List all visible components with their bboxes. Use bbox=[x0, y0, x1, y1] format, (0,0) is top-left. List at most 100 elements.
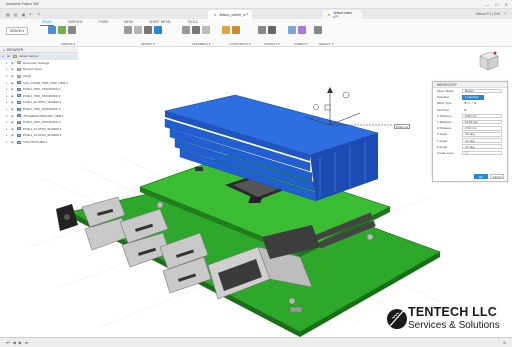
tab-tools[interactable]: TOOLS bbox=[185, 19, 200, 26]
expand-icon[interactable]: ▸ bbox=[6, 107, 9, 111]
visibility-icon[interactable]: ◉ bbox=[11, 61, 15, 65]
tab-solid[interactable]: SOLID bbox=[40, 19, 54, 26]
select-cursor-icon[interactable] bbox=[314, 26, 322, 34]
joint-icon[interactable] bbox=[192, 26, 200, 34]
rigid-group-icon[interactable] bbox=[202, 26, 210, 34]
visibility-icon[interactable]: ◉ bbox=[7, 54, 11, 58]
user-info[interactable]: Jetson T4 | 1H0 ? bbox=[475, 12, 506, 16]
redo-icon[interactable]: ↷ bbox=[37, 12, 40, 17]
browser-item[interactable]: ▸ ◉ PCIE1_D+STR4_SCREW:2 bbox=[0, 126, 78, 133]
field-value[interactable]: 1 selected bbox=[462, 94, 484, 100]
shape-icon[interactable] bbox=[68, 26, 76, 34]
expand-icon[interactable]: ▸ bbox=[6, 94, 9, 98]
grid-icon[interactable]: ▦ bbox=[6, 12, 10, 17]
timeline-settings-icon[interactable]: ⚙ bbox=[503, 341, 506, 345]
tab-sheet-metal[interactable]: SHEET METAL bbox=[147, 19, 173, 26]
insert-group[interactable]: INSERT ▾ bbox=[288, 26, 314, 46]
insert-image-icon[interactable] bbox=[288, 26, 296, 34]
distance-input-badge[interactable]: 15.00 mm bbox=[394, 124, 410, 129]
fillet-icon[interactable] bbox=[134, 26, 142, 34]
first-step-button[interactable]: ⏮ bbox=[6, 340, 10, 345]
modify-group[interactable]: MODIFY ▾ bbox=[124, 26, 172, 46]
visibility-icon[interactable]: ◉ bbox=[11, 120, 15, 124]
expand-icon[interactable]: ▸ bbox=[6, 140, 9, 144]
field-value[interactable]: ☐ bbox=[462, 150, 502, 156]
tab-jetson-nano[interactable]: ■ Jetson nano v7* bbox=[322, 10, 362, 19]
assemble-group[interactable]: ASSEMBLE ▾ bbox=[182, 26, 220, 46]
chamfer-icon[interactable] bbox=[144, 26, 152, 34]
measure-icon[interactable] bbox=[258, 26, 266, 34]
section-icon[interactable] bbox=[268, 26, 276, 34]
new-component-icon[interactable] bbox=[182, 26, 190, 34]
expand-icon[interactable]: ▸ bbox=[6, 114, 9, 118]
field-value[interactable]: 0.00 mm bbox=[462, 125, 502, 131]
browser-item[interactable]: ▸ ◉ Jetson carrier bbox=[0, 53, 78, 60]
tab-mesh[interactable]: MESH bbox=[122, 19, 135, 26]
browser-item[interactable]: ▸ ◉ PCIE1_HD3_STANDOFF:1 bbox=[0, 86, 78, 93]
expand-icon[interactable]: ▸ bbox=[2, 54, 5, 58]
browser-item[interactable]: ▸ ◉ TDS-HS78-4B8:1 bbox=[0, 139, 78, 146]
field-value[interactable]: ⊕ bbox=[462, 107, 502, 112]
press-pull-icon[interactable] bbox=[124, 26, 132, 34]
last-step-button[interactable]: ⏭ bbox=[25, 340, 29, 345]
visibility-icon[interactable]: ◉ bbox=[11, 133, 15, 137]
inspect-group[interactable]: INSPECT ▾ bbox=[258, 26, 286, 46]
field-value[interactable]: 0.0 deg bbox=[462, 132, 502, 137]
field-value[interactable]: ✥ ↻ ⤢ ⇲ bbox=[462, 101, 502, 106]
axis-icon[interactable] bbox=[232, 26, 240, 34]
home-icon[interactable] bbox=[493, 51, 497, 55]
visibility-icon[interactable]: ◉ bbox=[11, 100, 15, 104]
browser-item[interactable]: ▸ ◉ PCIE1_D+STR4_SCREW:1 bbox=[0, 99, 78, 106]
expand-icon[interactable]: ▸ bbox=[6, 81, 9, 85]
field-value[interactable]: 0.00 mm bbox=[462, 113, 502, 119]
prev-step-button[interactable]: ◀ bbox=[13, 340, 16, 345]
visibility-icon[interactable]: ◉ bbox=[11, 87, 15, 91]
visibility-icon[interactable]: ◉ bbox=[11, 127, 15, 131]
browser-item[interactable]: ▸ ◉ PCIE1_HD3_STANDOFF:3 bbox=[0, 106, 78, 113]
browser-item[interactable]: ▸ ◉ Document Settings bbox=[0, 60, 78, 67]
cancel-button[interactable]: Cancel bbox=[490, 174, 504, 179]
save-icon[interactable]: ▣ bbox=[22, 12, 26, 17]
visibility-icon[interactable]: ◉ bbox=[11, 67, 15, 71]
visibility-icon[interactable]: ◉ bbox=[11, 81, 15, 85]
browser-item[interactable]: ▸ ◉ Origin bbox=[0, 73, 78, 80]
construct-group[interactable]: CONSTRUCT ▾ bbox=[222, 26, 258, 46]
sketch-icon[interactable] bbox=[48, 26, 56, 34]
maximize-button[interactable]: ☐ bbox=[495, 2, 499, 7]
visibility-icon[interactable]: ◉ bbox=[11, 74, 15, 78]
ok-button[interactable]: OK bbox=[474, 174, 488, 179]
visibility-icon[interactable]: ◉ bbox=[11, 94, 15, 98]
undo-icon[interactable]: ↶ bbox=[29, 12, 32, 17]
tab-form[interactable]: FORM bbox=[97, 19, 110, 26]
file-icon[interactable]: ▤ bbox=[14, 12, 18, 17]
browser-item[interactable]: ▸ ◉ PCIE1_HD3_STANDOFF:4 bbox=[0, 119, 78, 126]
extrude-icon[interactable] bbox=[58, 26, 66, 34]
browser-item[interactable]: ▸ ◉ TAS_COMB_7600_HDD_HDR:1 bbox=[0, 79, 78, 86]
plane-icon[interactable] bbox=[222, 26, 230, 34]
select-group[interactable]: SELECT ▾ bbox=[314, 26, 338, 46]
close-button[interactable]: ✕ bbox=[505, 2, 508, 7]
expand-icon[interactable]: ▸ bbox=[6, 127, 9, 131]
move-icon[interactable] bbox=[154, 26, 162, 34]
field-value[interactable]: Bodies bbox=[462, 88, 502, 94]
expand-icon[interactable]: ▸ bbox=[6, 61, 9, 65]
expand-icon[interactable]: ▸ bbox=[6, 133, 9, 137]
micro-usb-port[interactable] bbox=[289, 306, 303, 313]
browser-item[interactable]: ▸ ◉ Named Views bbox=[0, 66, 78, 73]
tab-jetson-carrier[interactable]: ■ Jetson_carrier_v7* bbox=[208, 10, 252, 19]
help-icon[interactable]: ? bbox=[504, 12, 506, 16]
create-group[interactable]: CREATE ▾ bbox=[48, 26, 88, 46]
play-button[interactable]: ▶ bbox=[19, 340, 22, 345]
decal-icon[interactable] bbox=[298, 26, 306, 34]
browser-item[interactable]: ▸ ◉ JSH-EDGE-0506-002_HDR:1 bbox=[0, 112, 78, 119]
workspace-dropdown[interactable]: DESIGN ▾ bbox=[6, 27, 28, 35]
field-value[interactable]: 15.00 mm bbox=[462, 119, 502, 125]
visibility-icon[interactable]: ◉ bbox=[11, 107, 15, 111]
browser-item[interactable]: ▸ ◉ PCIE1_D+STR4_SCREW:3 bbox=[0, 132, 78, 139]
expand-icon[interactable]: ▸ bbox=[6, 100, 9, 104]
field-value[interactable]: 0.0 deg bbox=[462, 138, 502, 143]
expand-icon[interactable]: ▸ bbox=[6, 74, 9, 78]
expand-icon[interactable]: ▸ bbox=[6, 120, 9, 124]
viewcube[interactable] bbox=[474, 48, 500, 74]
expand-icon[interactable]: ▸ bbox=[6, 67, 9, 71]
